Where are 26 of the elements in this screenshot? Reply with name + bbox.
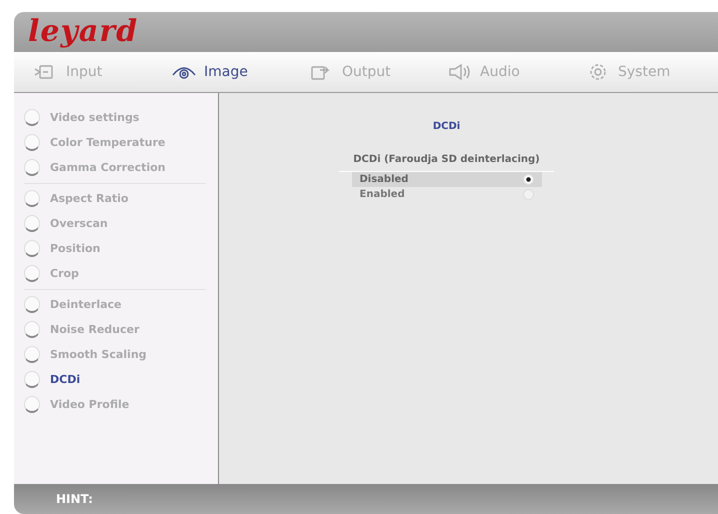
sidebar-item[interactable]: Noise Reducer	[24, 317, 206, 342]
sidebar-item[interactable]: Color Temperature	[24, 130, 206, 155]
option-label: Disabled	[360, 174, 408, 185]
panel-title: DCDi	[432, 121, 460, 132]
sidebar-item[interactable]: Position	[24, 236, 206, 261]
option-row[interactable]: Enabled	[352, 187, 542, 202]
sidebar-item[interactable]: Aspect Ratio	[24, 186, 206, 211]
option-row[interactable]: Disabled	[352, 172, 542, 187]
tab[interactable]: System	[586, 63, 718, 81]
option-label: Enabled	[360, 189, 405, 200]
sidebar-item[interactable]: DCDi	[24, 367, 206, 392]
sidebar-item[interactable]: Gamma Correction	[24, 155, 206, 180]
sidebar-item[interactable]: Video Profile	[24, 392, 206, 417]
hint-label: HINT:	[56, 492, 93, 506]
tab[interactable]: Input	[34, 63, 172, 81]
sidebar-item[interactable]: Overscan	[24, 211, 206, 236]
sidebar-item[interactable]: Smooth Scaling	[24, 342, 206, 367]
tab[interactable]: Image	[172, 63, 310, 81]
sidebar-item[interactable]: Video settings	[24, 105, 206, 130]
tab[interactable]: Output	[310, 63, 448, 81]
speaker-icon	[448, 63, 472, 81]
sidebar-item[interactable]: Crop	[24, 261, 206, 286]
logo: leyard	[28, 17, 138, 47]
tab[interactable]: Audio	[448, 63, 586, 81]
sidebar-item[interactable]: Deinterlace	[24, 292, 206, 317]
radio-button[interactable]	[522, 174, 534, 185]
